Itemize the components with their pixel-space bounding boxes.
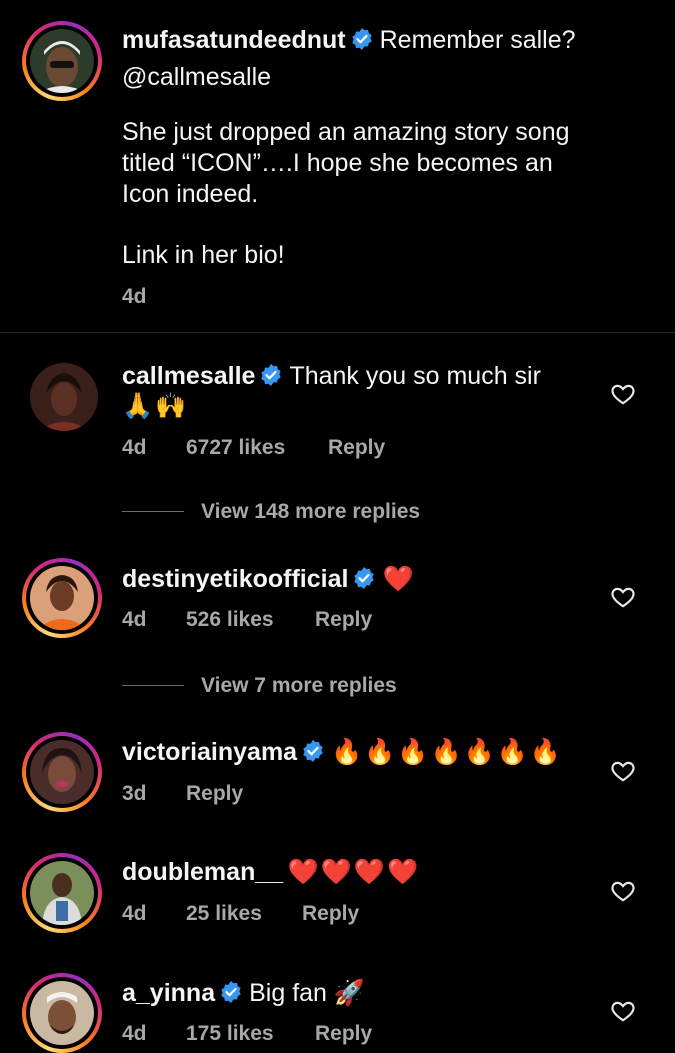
comment-avatar[interactable] xyxy=(22,732,102,812)
comment-username[interactable]: doubleman__ xyxy=(122,858,283,886)
post-username[interactable]: mufasatundeednut xyxy=(122,26,346,54)
view-more-replies-button[interactable]: View 7 more replies xyxy=(201,674,397,698)
comment-avatar[interactable] xyxy=(22,558,102,638)
comment-text: Big fan 🚀 xyxy=(249,979,366,1007)
comment-username[interactable]: victoriainyama xyxy=(122,738,297,766)
heart-outline-icon[interactable] xyxy=(610,381,636,407)
verified-badge-icon xyxy=(219,980,243,1015)
comment-time: 3d xyxy=(122,782,147,805)
comment-time: 4d xyxy=(122,902,147,925)
comment-text: Thank you so much sir xyxy=(289,362,541,390)
post-caption-line-2: She just dropped an amazing story song xyxy=(122,118,570,146)
post-caption-line-3: titled “ICON”….I hope she becomes an xyxy=(122,149,553,177)
comment-avatar[interactable] xyxy=(22,973,102,1053)
verified-badge-icon xyxy=(259,363,283,398)
comment-time: 4d xyxy=(122,1022,147,1045)
heart-outline-icon[interactable] xyxy=(610,998,636,1024)
reply-button[interactable]: Reply xyxy=(328,436,385,460)
comment-likes[interactable]: 6727 likes xyxy=(186,436,285,460)
heart-outline-icon[interactable] xyxy=(610,878,636,904)
post-time: 4d xyxy=(122,285,147,308)
comment-text: 🔥🔥🔥🔥🔥🔥🔥 xyxy=(331,738,563,766)
caption-divider xyxy=(0,332,675,333)
post-author-avatar[interactable] xyxy=(22,21,102,101)
comment-username[interactable]: callmesalle xyxy=(122,362,255,390)
comment-emoji-line: 🙏🙌 xyxy=(122,392,189,420)
view-replies-line xyxy=(122,511,184,512)
comment-avatar[interactable] xyxy=(22,853,102,933)
post-caption-line-1: Remember salle? xyxy=(379,26,576,54)
heart-outline-icon[interactable] xyxy=(610,758,636,784)
post-caption-line-5: Link in her bio! xyxy=(122,241,285,269)
verified-badge-icon xyxy=(352,566,376,601)
view-replies-line xyxy=(122,685,184,686)
reply-button[interactable]: Reply xyxy=(315,1022,372,1046)
comment-text: ❤️❤️❤️❤️ xyxy=(287,858,421,886)
verified-badge-icon xyxy=(301,739,325,774)
comment-time: 4d xyxy=(122,608,147,631)
heart-outline-icon[interactable] xyxy=(610,584,636,610)
comment-username[interactable]: a_yinna xyxy=(122,979,215,1007)
comment-time: 4d xyxy=(122,436,147,459)
comment-likes[interactable]: 526 likes xyxy=(186,608,274,632)
post-mention[interactable]: @callmesalle xyxy=(122,62,576,93)
verified-badge-icon xyxy=(350,27,374,62)
comment-username[interactable]: destinyetikoofficial xyxy=(122,565,348,593)
view-more-replies-button[interactable]: View 148 more replies xyxy=(201,500,420,524)
post-caption-line-4: Icon indeed. xyxy=(122,180,259,208)
reply-button[interactable]: Reply xyxy=(302,902,359,926)
reply-button[interactable]: Reply xyxy=(186,782,243,806)
comment-likes[interactable]: 175 likes xyxy=(186,1022,274,1046)
comment-text: ❤️ xyxy=(382,565,416,593)
comment-likes[interactable]: 25 likes xyxy=(186,902,262,926)
comment-avatar[interactable] xyxy=(30,363,98,431)
reply-button[interactable]: Reply xyxy=(315,608,372,632)
